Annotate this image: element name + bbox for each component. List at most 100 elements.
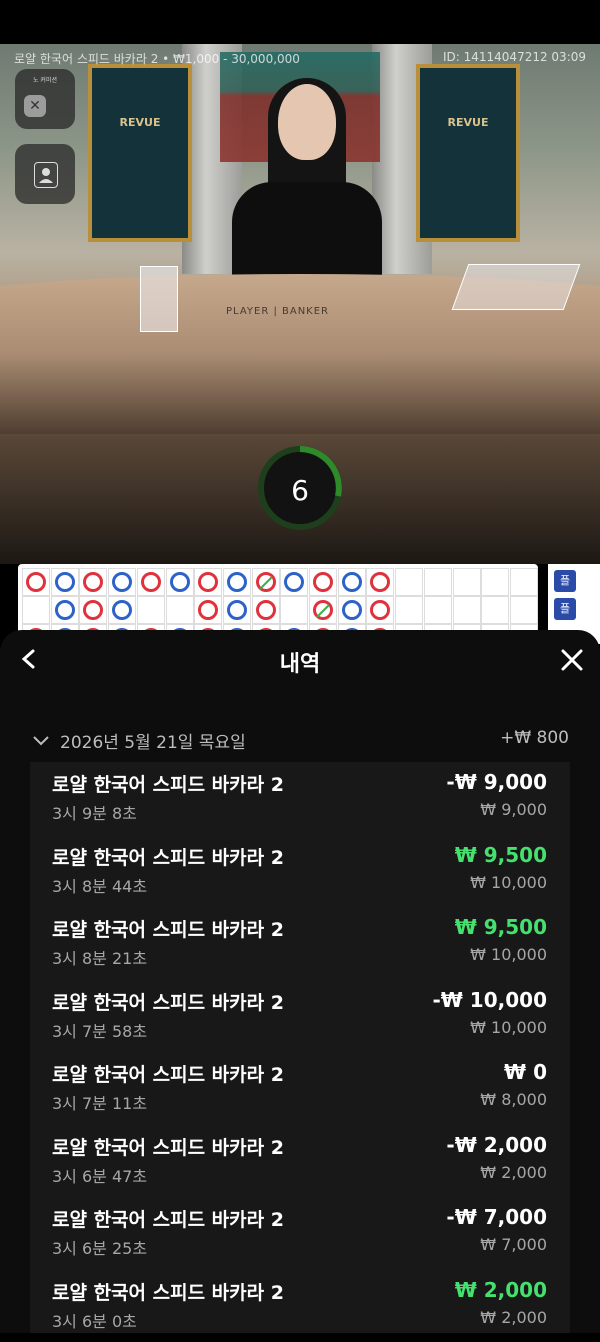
player-marker [112, 572, 133, 592]
player-marker [341, 600, 362, 620]
dealer-body [232, 182, 382, 282]
game-name: 로얄 한국어 스피드 바카라 2 [52, 846, 284, 869]
player-marker [112, 600, 133, 620]
road-cell [108, 596, 137, 624]
dealer-face [278, 84, 336, 160]
road-cell [194, 568, 223, 596]
road-cell [165, 596, 194, 624]
revue-panel-left: REVUE [88, 64, 192, 242]
history-item[interactable]: 로얄 한국어 스피드 바카라 2 3시 8분 21초 ₩ 9,500 ₩ 10,000 [30, 907, 570, 979]
banker-marker [370, 600, 391, 620]
card-discard-box [140, 266, 178, 332]
history-item[interactable]: 로얄 한국어 스피드 바카라 2 3시 9분 8초 -₩ 9,000 ₩ 9,000 [30, 762, 570, 834]
player-marker [169, 572, 190, 592]
banker-marker [198, 600, 219, 620]
chevron-down-icon [32, 731, 50, 749]
history-item[interactable]: 로얄 한국어 스피드 바카라 2 3시 8분 44초 ₩ 9,500 ₩ 10,000 [30, 835, 570, 907]
game-title: 로얄 한국어 스피드 바카라 2 • ₩1,000 - 30,000,000 [14, 52, 300, 66]
sheet-title: 내역 [279, 652, 321, 677]
road-cell [50, 568, 79, 596]
banker-marker [83, 572, 104, 592]
player-marker [54, 600, 75, 620]
road-cell [337, 596, 366, 624]
history-item[interactable]: 로얄 한국어 스피드 바카라 2 3시 7분 11초 ₩ 0 ₩ 8,000 [30, 1052, 570, 1124]
history-item[interactable]: 로얄 한국어 스피드 바카라 2 3시 6분 0초 ₩ 2,000 ₩ 2,000 [30, 1270, 570, 1342]
payout-amount: ₩ 0 [504, 1060, 547, 1084]
round-time: 3시 6분 0초 [52, 1311, 137, 1331]
payout-amount: -₩ 10,000 [432, 987, 547, 1012]
payout-amount: ₩ 9,500 [454, 915, 547, 939]
dealer-button[interactable] [15, 144, 75, 204]
round-time: 3시 8분 44초 [52, 876, 148, 896]
road-cell [309, 568, 337, 596]
revue-logo: REVUE [447, 116, 489, 129]
payout-amount: -₩ 2,000 [446, 1132, 547, 1157]
countdown-timer: 6 [258, 446, 342, 530]
road-cell [481, 596, 510, 624]
bet-amount: ₩ 10,000 [470, 1017, 547, 1037]
road-cell [222, 568, 251, 596]
banker-marker [255, 600, 276, 620]
road-cell [50, 596, 79, 624]
revue-panel-right: REVUE [416, 64, 520, 242]
road-cell [222, 596, 251, 624]
road-cell [79, 596, 108, 624]
player-marker [54, 572, 75, 592]
no-commission-toggle[interactable]: 노 커미션 ✕ [15, 69, 75, 129]
road-cell [22, 596, 50, 624]
road-cell [337, 568, 366, 596]
road-cell [108, 568, 137, 596]
road-cell [280, 596, 309, 624]
road-cell [136, 568, 165, 596]
status-bar [0, 0, 600, 44]
player-marker [226, 572, 247, 592]
bet-amount: ₩ 2,000 [480, 1162, 547, 1182]
history-item[interactable]: 로얄 한국어 스피드 바카라 2 3시 7분 58초 -₩ 10,000 ₩ 10,0… [30, 980, 570, 1052]
bet-amount: ₩ 7,000 [480, 1235, 547, 1254]
banker-marker [83, 600, 104, 620]
timer-value: 6 [291, 474, 309, 507]
revue-logo: REVUE [119, 116, 161, 129]
road-cell [395, 596, 424, 624]
round-time: 3시 6분 47초 [52, 1166, 148, 1186]
road-cell [22, 568, 50, 596]
date-label: 2026년 5월 21일 목요일 [60, 733, 246, 753]
road-cell [251, 596, 280, 624]
history-item[interactable]: 로얄 한국어 스피드 바카라 2 3시 6분 25초 -₩ 7,000 ₩ 7,000 [30, 1197, 570, 1269]
date-group-header[interactable]: 2026년 5월 21일 목요일 +₩ 800 [32, 728, 572, 753]
card-shoe [451, 264, 581, 310]
road-cell [366, 568, 395, 596]
road-cell [481, 568, 510, 596]
payout-amount: ₩ 9,500 [454, 842, 547, 867]
round-time: 3시 7분 11초 [52, 1094, 148, 1113]
close-icon[interactable] [560, 648, 584, 672]
bet-amount: ₩ 9,000 [480, 800, 547, 819]
round-time: 3시 8분 21초 [52, 949, 148, 968]
round-id: ID: 14114047212 03:09 [442, 50, 586, 64]
person-icon [34, 162, 58, 188]
table-label: PLAYER | BANKER [226, 306, 330, 317]
history-list: 로얄 한국어 스피드 바카라 2 3시 9분 8초 -₩ 9,000 ₩ 9,000 로… [30, 762, 570, 1333]
road-cell [194, 596, 223, 624]
game-name: 로얄 한국어 스피드 바카라 2 [52, 1209, 284, 1231]
road-cell [423, 568, 452, 596]
road-cell [366, 596, 395, 624]
history-sheet: 내역 2026년 5월 21일 목요일 +₩ 800 로얄 한국어 스피드 바카… [0, 630, 600, 1333]
bet-amount: ₩ 8,000 [480, 1090, 547, 1109]
road-cell [280, 568, 309, 596]
road-label: 플 [554, 570, 576, 592]
game-name: 로얄 한국어 스피드 바카라 2 [52, 1281, 284, 1304]
bet-amount: ₩ 10,000 [470, 945, 547, 964]
payout-amount: -₩ 9,000 [446, 770, 547, 794]
player-marker [226, 600, 247, 620]
payout-amount: ₩ 2,000 [454, 1277, 547, 1302]
history-item[interactable]: 로얄 한국어 스피드 바카라 2 3시 6분 47초 -₩ 2,000 ₩ 2,000 [30, 1125, 570, 1197]
banker-marker [313, 572, 333, 592]
game-name: 로얄 한국어 스피드 바카라 2 [52, 1064, 284, 1086]
payout-amount: -₩ 7,000 [446, 1205, 547, 1229]
sheet-header: 내역 [0, 630, 600, 690]
date-total: +₩ 800 [500, 728, 569, 748]
road-cell [309, 596, 337, 624]
banker-marker [198, 572, 219, 592]
road-cell [136, 596, 165, 624]
